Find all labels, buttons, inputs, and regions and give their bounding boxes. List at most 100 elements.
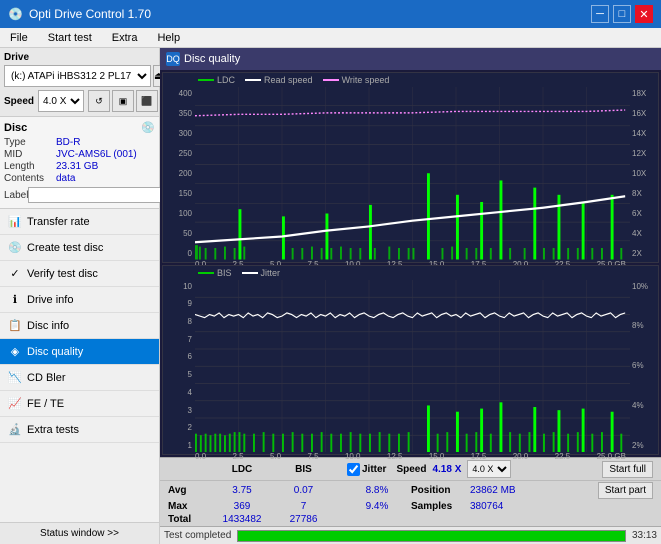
legend-bis: BIS [198, 268, 232, 278]
chart1-legend: LDC Read speed Write speed [163, 73, 658, 87]
disc-panel-icon: 💿 [141, 121, 155, 134]
disc-mid-row: MID JVC-AMS6L (001) [4, 149, 155, 160]
position-label: Position [411, 485, 466, 496]
main-layout: Drive (k:) ATAPi iHBS312 2 PL17 ⏏ Speed … [0, 48, 661, 544]
progress-area: Test completed 33:13 [160, 526, 661, 544]
chart1-y-right: 18X 16X 14X 12X 10X 8X 6X 4X 2X [630, 87, 658, 260]
charts-area: LDC Read speed Write speed 400 350 300 2… [160, 70, 661, 457]
total-label: Total [168, 514, 208, 525]
stats-max-row: Max 369 7 9.4% Samples 380764 [160, 500, 661, 513]
fe-te-icon: 📈 [8, 397, 22, 411]
sidebar-item-extra-tests[interactable]: 🔬 Extra tests [0, 417, 159, 443]
disc-label-row: Label 🔍 [4, 186, 155, 204]
cd-bler-icon: 📉 [8, 371, 22, 385]
speed-btn-1[interactable]: ↺ [88, 90, 110, 112]
sidebar-item-disc-quality[interactable]: ◈ Disc quality [0, 339, 159, 365]
speed-current-value: 4.18 X [432, 464, 461, 475]
sidebar-item-transfer-rate[interactable]: 📊 Transfer rate [0, 209, 159, 235]
maximize-button[interactable]: □ [613, 5, 631, 23]
stats-header-row: LDC BIS Jitter Speed 4.18 X 4.0 X Start … [160, 458, 661, 481]
chart1-y-left: 400 350 300 250 200 150 100 50 0 [163, 87, 195, 260]
sidebar-label-fe-te: FE / TE [27, 398, 64, 410]
disc-info-icon: 📋 [8, 319, 22, 333]
drive-area: Drive (k:) ATAPi iHBS312 2 PL17 ⏏ Speed … [0, 48, 159, 117]
chart2-body: 10 9 8 7 6 5 4 3 2 1 [163, 280, 658, 453]
position-value: 23862 MB [470, 485, 516, 496]
minimize-button[interactable]: ─ [591, 5, 609, 23]
sidebar-item-disc-info[interactable]: 📋 Disc info [0, 313, 159, 339]
max-bis: 7 [276, 501, 331, 512]
legend-jitter: Jitter [242, 268, 281, 278]
stats-avg-row: Avg 3.75 0.07 8.8% Position 23862 MB Sta… [160, 481, 661, 500]
progress-bar-outer [237, 530, 626, 542]
menu-file[interactable]: File [4, 31, 34, 45]
status-window-button[interactable]: Status window >> [0, 522, 159, 544]
type-label: Type [4, 137, 56, 148]
disc-fields: Type BD-R MID JVC-AMS6L (001) Length 23.… [4, 137, 155, 204]
drive-selector: (k:) ATAPi iHBS312 2 PL17 ⏏ [4, 65, 155, 87]
sidebar-label-drive-info: Drive info [27, 294, 73, 306]
start-full-button[interactable]: Start full [602, 461, 653, 478]
dq-title: Disc quality [184, 53, 240, 65]
sidebar-item-drive-info[interactable]: ℹ Drive info [0, 287, 159, 313]
menu-help[interactable]: Help [151, 31, 186, 45]
sidebar-label-cd-bler: CD Bler [27, 372, 66, 384]
disc-panel-title: Disc [4, 122, 27, 134]
verify-test-disc-icon: ✓ [8, 267, 22, 281]
content-area: DQ Disc quality LDC Read speed Write spe… [160, 48, 661, 544]
chart1-svg [195, 87, 630, 260]
menu-start-test[interactable]: Start test [42, 31, 98, 45]
close-button[interactable]: ✕ [635, 5, 653, 23]
speed-dropdown[interactable]: 4.0 X [38, 90, 84, 112]
speed-btn-2[interactable]: ▣ [112, 90, 134, 112]
extra-tests-icon: 🔬 [8, 423, 22, 437]
speed-area: Speed 4.0 X ↺ ▣ ⬛ 💾 [4, 90, 155, 112]
chart2-svg [195, 280, 630, 453]
avg-jitter: 8.8% [347, 485, 407, 496]
speed-btn-3[interactable]: ⬛ [136, 90, 158, 112]
chart2-x-axis: 0.0 2.5 5.0 7.5 10.0 12.5 15.0 17.5 20.0… [163, 452, 658, 461]
status-text: Test completed [164, 530, 231, 541]
start-part-button[interactable]: Start part [598, 482, 653, 499]
type-value: BD-R [56, 137, 80, 148]
avg-bis: 0.07 [276, 485, 331, 496]
titlebar-title: 💿 Opti Drive Control 1.70 [8, 7, 151, 21]
speed-header: Speed [396, 464, 426, 475]
samples-value: 380764 [470, 501, 503, 512]
sidebar-item-fe-te[interactable]: 📈 FE / TE [0, 391, 159, 417]
disc-type-row: Type BD-R [4, 137, 155, 148]
speed-label: Speed [4, 96, 34, 107]
chart2-y-left: 10 9 8 7 6 5 4 3 2 1 [163, 280, 195, 453]
progress-time: 33:13 [632, 530, 657, 541]
max-label: Max [168, 501, 208, 512]
sidebar-item-cd-bler[interactable]: 📉 CD Bler [0, 365, 159, 391]
menu-extra[interactable]: Extra [106, 31, 144, 45]
jitter-label: Jitter [362, 464, 386, 475]
length-label: Length [4, 161, 56, 172]
jitter-checkbox[interactable] [347, 463, 360, 476]
titlebar-controls: ─ □ ✕ [591, 5, 653, 23]
samples-label: Samples [411, 501, 466, 512]
create-test-disc-icon: 💿 [8, 241, 22, 255]
drive-dropdown[interactable]: (k:) ATAPi iHBS312 2 PL17 [4, 65, 151, 87]
nav-items: 📊 Transfer rate 💿 Create test disc ✓ Ver… [0, 209, 159, 522]
sidebar-label-transfer-rate: Transfer rate [27, 216, 90, 228]
sidebar-item-verify-test-disc[interactable]: ✓ Verify test disc [0, 261, 159, 287]
sidebar-label-verify-test-disc: Verify test disc [27, 268, 98, 280]
label-input[interactable] [28, 187, 162, 203]
max-ldc: 369 [208, 501, 276, 512]
chart2-y-right: 10% 8% 6% 4% 2% [630, 280, 658, 453]
disc-quality-icon: ◈ [8, 345, 22, 359]
chart-bis: BIS Jitter 10 9 8 7 6 5 4 3 2 [162, 265, 659, 456]
contents-value: data [56, 173, 75, 184]
sidebar-label-create-test-disc: Create test disc [27, 242, 103, 254]
progress-bar-inner [238, 531, 625, 541]
transfer-rate-icon: 📊 [8, 215, 22, 229]
length-value: 23.31 GB [56, 161, 98, 172]
disc-panel: Disc 💿 Type BD-R MID JVC-AMS6L (001) Len… [0, 117, 159, 209]
legend-ldc: LDC [198, 75, 235, 85]
total-ldc: 1433482 [208, 514, 276, 525]
chart-ldc: LDC Read speed Write speed 400 350 300 2… [162, 72, 659, 263]
speed-select[interactable]: 4.0 X [467, 460, 511, 478]
sidebar-item-create-test-disc[interactable]: 💿 Create test disc [0, 235, 159, 261]
